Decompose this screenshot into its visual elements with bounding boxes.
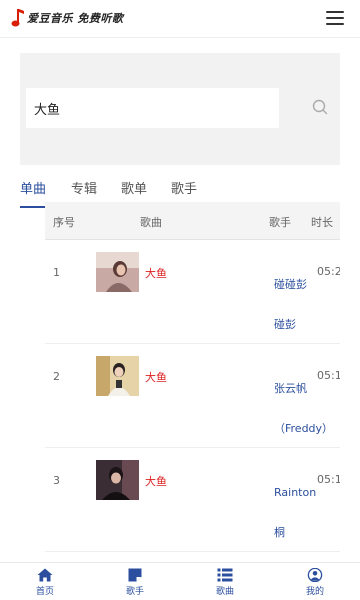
nav-label: 首页 — [35, 587, 54, 597]
row-number: 1 — [53, 266, 60, 279]
table-row[interactable]: 3 大鱼 Rainton 桐 05:1 — [45, 448, 340, 552]
song-title-link[interactable]: 大鱼 — [145, 473, 167, 489]
app-logo[interactable]: 爱豆音乐 免费听歌 — [11, 8, 123, 28]
column-header-no: 序号 — [53, 216, 75, 229]
singer-link[interactable]: Rainton 桐 — [274, 473, 317, 553]
tab-single[interactable]: 单曲 — [20, 178, 46, 197]
column-header-duration: 时长 — [311, 216, 333, 229]
column-header-singer: 歌手 — [269, 216, 291, 229]
nav-item-songs[interactable]: 歌曲 — [205, 568, 245, 597]
user-icon — [307, 568, 323, 582]
album-cover-image[interactable] — [96, 252, 139, 292]
song-duration: 05:1 — [317, 473, 340, 486]
song-title-link[interactable]: 大鱼 — [145, 265, 167, 281]
song-list-icon — [217, 568, 233, 582]
table-row[interactable]: 1 大鱼 碰碰彭 碰彭 05:2 — [45, 240, 340, 344]
song-table: 序号 歌曲 歌手 时长 1 大鱼 碰碰彭 碰彭 05:2 2 大鱼 张云帆 （F… — [45, 202, 340, 552]
column-header-song: 歌曲 — [140, 216, 162, 229]
singer-name-line: 桐 — [274, 526, 285, 539]
nav-item-mine[interactable]: 我的 — [295, 568, 335, 597]
bottom-nav: 首页 歌手 歌曲 我的 — [0, 562, 360, 600]
singer-icon — [128, 568, 142, 582]
album-cover-image[interactable] — [96, 356, 139, 396]
singer-name-line: 碰碰彭 — [274, 278, 307, 291]
nav-label: 我的 — [305, 587, 324, 597]
nav-item-home[interactable]: 首页 — [25, 568, 65, 597]
nav-label: 歌曲 — [215, 587, 234, 597]
tab-singer[interactable]: 歌手 — [171, 178, 197, 197]
singer-name-line: （Freddy） — [274, 422, 334, 435]
nav-label: 歌手 — [125, 587, 144, 597]
singer-link[interactable]: 碰碰彭 碰彭 — [274, 265, 314, 345]
search-input[interactable] — [26, 88, 279, 128]
song-duration: 05:1 — [317, 369, 340, 382]
album-cover-image[interactable] — [96, 460, 139, 500]
song-title-link[interactable]: 大鱼 — [145, 369, 167, 385]
logo-text: 爱豆音乐 免费听歌 — [27, 12, 124, 25]
row-number: 2 — [53, 370, 60, 383]
tab-album[interactable]: 专辑 — [71, 178, 97, 197]
active-tab-indicator — [20, 206, 45, 208]
tab-playlist[interactable]: 歌单 — [121, 178, 147, 197]
singer-name-line: 碰彭 — [274, 318, 296, 331]
search-panel — [20, 53, 340, 165]
singer-name-line: 张云帆 — [274, 382, 307, 395]
music-note-logo-icon — [11, 9, 24, 27]
table-row[interactable]: 2 大鱼 张云帆 （Freddy） 05:1 — [45, 344, 340, 448]
nav-item-singer[interactable]: 歌手 — [115, 568, 155, 597]
home-icon — [37, 568, 53, 582]
row-number: 3 — [53, 474, 60, 487]
song-duration: 05:2 — [317, 265, 340, 278]
singer-name-line: Rainton — [274, 486, 317, 499]
app-header: 爱豆音乐 免费听歌 — [0, 0, 360, 38]
hamburger-menu-icon[interactable] — [326, 11, 344, 25]
singer-link[interactable]: 张云帆 （Freddy） — [274, 369, 334, 449]
table-header: 序号 歌曲 歌手 时长 — [45, 202, 340, 240]
search-icon[interactable] — [310, 97, 330, 117]
